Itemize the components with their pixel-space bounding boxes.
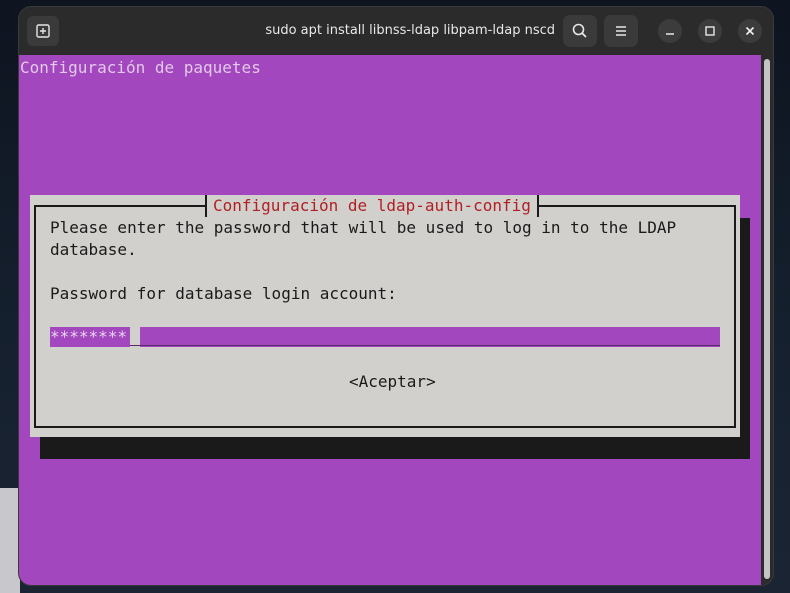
dialog-message-line-1: Please enter the password that will be u… — [50, 218, 677, 237]
password-input[interactable]: ******** — [50, 327, 720, 347]
password-prompt-label: Password for database login account: — [50, 284, 397, 303]
accept-button[interactable]: <Aceptar> — [349, 371, 436, 393]
maximize-icon — [698, 19, 722, 43]
window-title: sudo apt install libnss-ldap libpam-ldap… — [265, 23, 555, 38]
terminal-area[interactable]: Configuración de paquetes Configuración … — [19, 55, 761, 585]
password-masked-value: ******** — [50, 327, 129, 347]
new-tab-button[interactable] — [27, 16, 59, 46]
ldap-password-dialog: Configuración de ldap-auth-config Please… — [30, 195, 740, 437]
desktop-window-edge — [0, 488, 20, 593]
minimize-button[interactable] — [658, 19, 682, 43]
input-underline — [130, 345, 720, 346]
dialog-title: Configuración de ldap-auth-config — [205, 195, 539, 217]
close-icon — [738, 19, 762, 43]
title-bar: sudo apt install libnss-ldap libpam-ldap… — [19, 7, 773, 55]
text-cursor — [130, 327, 140, 347]
new-tab-icon — [27, 16, 59, 46]
close-button[interactable] — [738, 19, 762, 43]
scrollbar[interactable] — [761, 55, 773, 585]
dialog-message-line-2: database. — [50, 240, 137, 259]
package-configuration-heading: Configuración de paquetes — [20, 58, 261, 77]
search-button[interactable] — [563, 15, 597, 47]
search-icon — [563, 15, 597, 47]
scrollbar-thumb[interactable] — [764, 59, 770, 579]
terminal-window: sudo apt install libnss-ldap libpam-ldap… — [19, 7, 773, 585]
hamburger-menu-icon — [604, 15, 638, 47]
maximize-button[interactable] — [698, 19, 722, 43]
minimize-icon — [658, 19, 682, 43]
menu-button[interactable] — [604, 15, 638, 47]
